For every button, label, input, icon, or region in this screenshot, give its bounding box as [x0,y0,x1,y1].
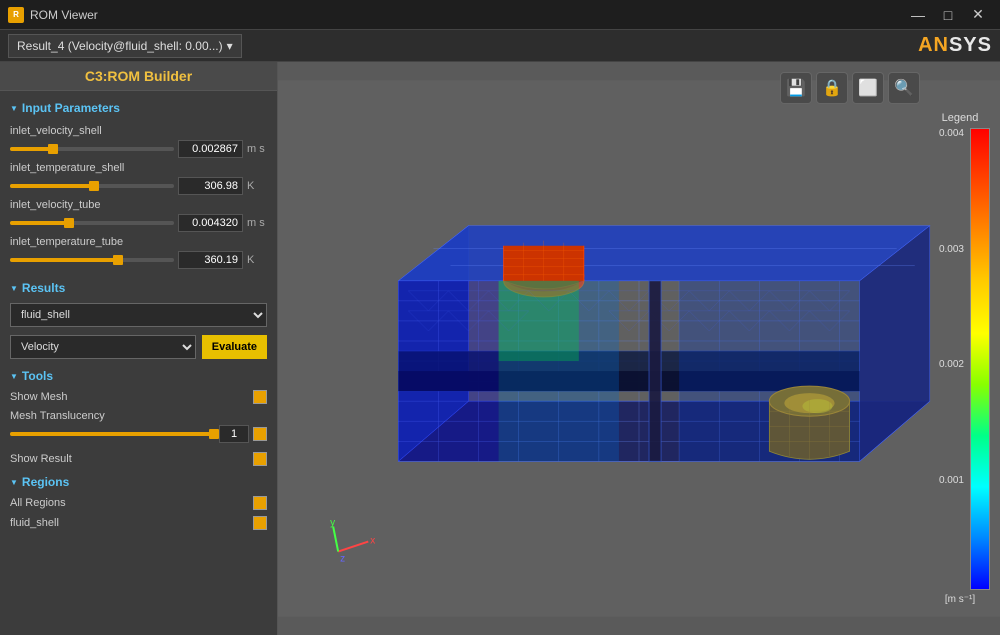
section-arrow-results: ▼ [10,284,18,293]
fluid-shell-label: fluid_shell [10,517,59,529]
section-label-results: Results [22,281,65,295]
legend-value-4: 0.004 [939,128,964,139]
param-label-0: inlet_velocity_shell [10,125,267,137]
mesh-translucency-label: Mesh Translucency [10,410,105,422]
titlebar-left: R ROM Viewer [8,7,98,23]
region-fluid-shell: fluid_shell [0,513,277,533]
section-label-tools: Tools [22,369,53,383]
param-unit-3: K [247,254,267,266]
param-label-2: inlet_velocity_tube [10,199,267,211]
legend-labels: 0.004 0.003 0.002 0.001 [939,128,964,590]
param-value-0[interactable] [178,140,243,158]
toolbar: Result_4 (Velocity@fluid_shell: 0.00...)… [0,30,1000,62]
param-row-0: m s [10,140,267,158]
mesh-translucency-toggle[interactable] [253,427,267,441]
ansys-logo-sys: SYS [949,34,992,56]
param-row-2: m s [10,214,267,232]
zoom-button[interactable]: 🔍 [888,72,920,104]
svg-text:y: y [330,517,335,528]
param-label-1: inlet_temperature_shell [10,162,267,174]
app-icon: R [8,7,24,23]
tool-show-mesh: Show Mesh [0,387,277,407]
result-dropdown-value: Result_4 (Velocity@fluid_shell: 0.00...) [17,39,223,53]
viewport[interactable]: x y z 💾 🔒 ⬜ 🔍 Legend 0.004 0.003 0.002 0… [278,62,1000,635]
all-regions-toggle[interactable] [253,496,267,510]
all-regions-label: All Regions [10,497,66,509]
section-tools[interactable]: ▼ Tools [0,365,277,387]
param-row-3: K [10,251,267,269]
panel-title: C3:ROM Builder [0,62,277,91]
slider-0[interactable] [10,147,174,151]
mesh-translucency-slider[interactable] [10,432,215,436]
legend-value-3: 0.003 [939,244,964,255]
param-label-3: inlet_temperature_tube [10,236,267,248]
section-results[interactable]: ▼ Results [0,277,277,299]
mesh-translucency-row: 1 [0,425,277,449]
legend-unit: [m s⁻¹] [930,594,990,605]
param-unit-1: K [247,180,267,192]
slider-2[interactable] [10,221,174,225]
title-bar: R ROM Viewer — □ ✕ [0,0,1000,30]
variable-select[interactable]: Velocity [10,335,196,359]
slider-3[interactable] [10,258,174,262]
section-regions[interactable]: ▼ Regions [0,471,277,493]
svg-text:x: x [370,536,375,547]
view-button[interactable]: ⬜ [852,72,884,104]
results-domain-row: fluid_shell [0,299,277,331]
show-mesh-toggle[interactable] [253,390,267,404]
region-all: All Regions [0,493,277,513]
tool-show-result: Show Result [0,449,277,469]
show-result-toggle[interactable] [253,452,267,466]
param-row-1: K [10,177,267,195]
legend-color-bar [970,128,990,590]
minimize-button[interactable]: — [904,4,932,26]
evaluate-button[interactable]: Evaluate [202,335,267,359]
param-value-1[interactable] [178,177,243,195]
tool-mesh-translucency: Mesh Translucency [0,407,277,425]
param-value-2[interactable] [178,214,243,232]
left-panel: C3:ROM Builder ▼ Input Parameters inlet_… [0,62,278,635]
panel-scroll[interactable]: ▼ Input Parameters inlet_velocity_shell … [0,91,277,635]
input-params-group: inlet_velocity_shell m s inlet_temperatu… [0,119,277,275]
close-button[interactable]: ✕ [964,4,992,26]
section-input-parameters[interactable]: ▼ Input Parameters [0,97,277,119]
ansys-logo-an: AN [918,34,949,56]
param-value-3[interactable] [178,251,243,269]
legend-title: Legend [930,112,990,124]
section-arrow-input: ▼ [10,104,18,113]
viewport-canvas: x y z [278,62,1000,635]
legend-value-2: 0.002 [939,359,964,370]
lock-button[interactable]: 🔒 [816,72,848,104]
slider-1[interactable] [10,184,174,188]
show-mesh-label: Show Mesh [10,391,67,403]
results-variable-row: Velocity Evaluate [0,331,277,363]
section-arrow-regions: ▼ [10,478,18,487]
maximize-button[interactable]: □ [934,4,962,26]
ansys-logo: ANSYS [918,34,992,57]
svg-text:z: z [340,554,345,565]
param-unit-2: m s [247,217,267,229]
show-result-label: Show Result [10,453,72,465]
section-label-regions: Regions [22,475,69,489]
mesh-translucency-value: 1 [219,425,249,443]
domain-select[interactable]: fluid_shell [10,303,267,327]
viewport-tools: 💾 🔒 ⬜ 🔍 [780,72,920,104]
dropdown-arrow-icon: ▾ [227,39,233,53]
window-title: ROM Viewer [30,8,98,22]
save-view-button[interactable]: 💾 [780,72,812,104]
section-label-input: Input Parameters [22,101,120,115]
legend-bar-container: 0.004 0.003 0.002 0.001 [939,128,990,590]
section-arrow-tools: ▼ [10,372,18,381]
legend-value-1: 0.001 [939,475,964,486]
param-unit-0: m s [247,143,267,155]
fluid-shell-toggle[interactable] [253,516,267,530]
result-dropdown[interactable]: Result_4 (Velocity@fluid_shell: 0.00...)… [8,34,242,58]
main-area: C3:ROM Builder ▼ Input Parameters inlet_… [0,62,1000,635]
legend: Legend 0.004 0.003 0.002 0.001 [m s⁻¹] [930,112,990,605]
titlebar-controls: — □ ✕ [904,4,992,26]
